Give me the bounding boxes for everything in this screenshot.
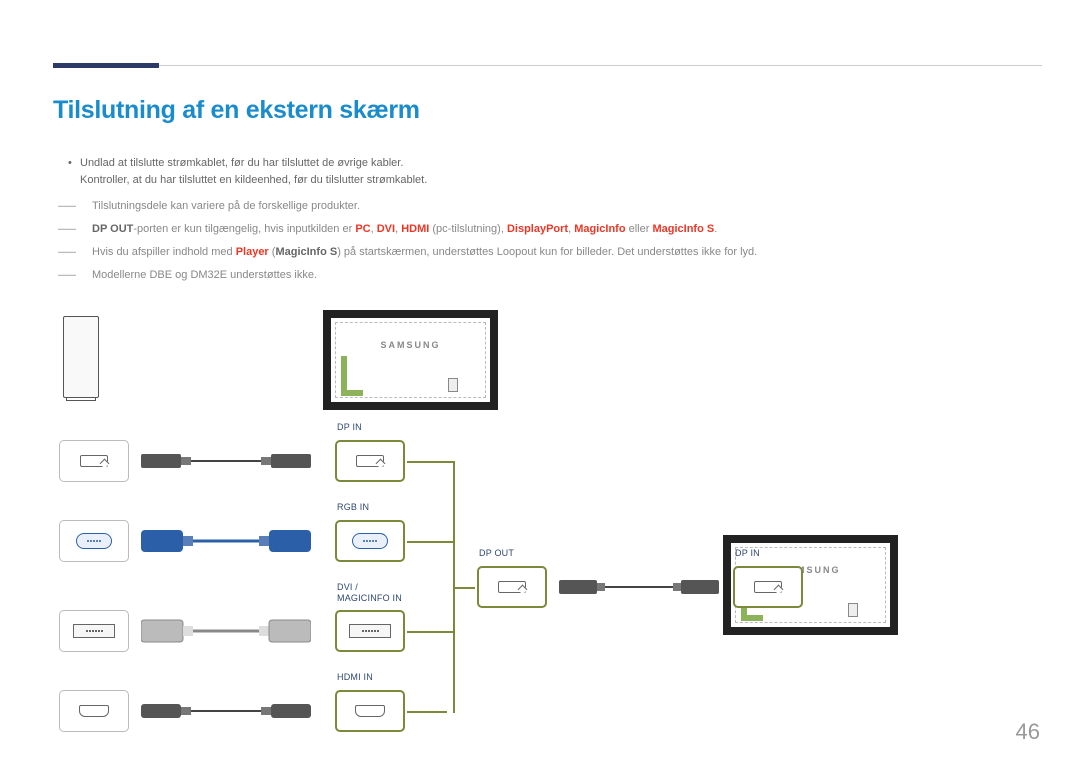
note-row: ― Tilslutningsdele kan variere på de for… xyxy=(58,196,1018,217)
dvi-label-1: DVI / xyxy=(337,582,358,592)
hdmi-cable-icon xyxy=(141,696,311,729)
note-prefix-icon: ― xyxy=(58,196,82,217)
source-hdmi-port xyxy=(59,690,129,732)
dp-out-label: DP OUT xyxy=(479,548,514,558)
note-prefix-icon: ― xyxy=(58,242,82,263)
bus-line xyxy=(453,587,475,589)
note-prefix-icon: ― xyxy=(58,219,82,240)
pc-tower-icon xyxy=(63,316,99,398)
note-row: ― Modellerne DBE og DM32E understøttes i… xyxy=(58,265,1018,286)
note-text: Tilslutningsdele kan variere på de forsk… xyxy=(92,196,1018,217)
note-row: ― DP OUT-porten er kun tilgængelig, hvis… xyxy=(58,219,1018,240)
bullet-line: Kontroller, at du har tilsluttet en kild… xyxy=(80,172,968,189)
monitor-brand: SAMSUNG xyxy=(380,340,440,350)
note-text: Hvis du afspiller indhold med Player (Ma… xyxy=(92,242,1018,263)
bus-line xyxy=(407,541,455,543)
monitor-rgb-in-port xyxy=(335,520,405,562)
dp-daisy-cable-icon xyxy=(559,572,719,605)
vga-cable-icon xyxy=(141,524,311,561)
bus-line xyxy=(407,711,447,713)
source-vga-port xyxy=(59,520,129,562)
monitor-hdmi-in-port xyxy=(335,690,405,732)
connection-diagram: SAMSUNG SAMSUNG DP IN RGB IN DVI / MAGIC… xyxy=(53,310,993,730)
note-text: Modellerne DBE og DM32E understøttes ikk… xyxy=(92,265,1018,286)
dvi-cable-icon xyxy=(141,614,311,651)
source-dp-port xyxy=(59,440,129,482)
header-rule xyxy=(53,65,1042,66)
monitor-dp-in-port xyxy=(335,440,405,482)
dp-in-label: DP IN xyxy=(337,422,362,432)
page-number: 46 xyxy=(1016,719,1040,745)
page-title: Tilslutning af en ekstern skærm xyxy=(53,96,420,125)
monitor-dvi-in-port xyxy=(335,610,405,652)
note-prefix-icon: ― xyxy=(58,265,82,286)
note-text: DP OUT-porten er kun tilgængelig, hvis i… xyxy=(92,219,1018,240)
monitor-center-icon: SAMSUNG xyxy=(323,310,498,410)
bullet-line: Undlad at tilslutte strømkablet, før du … xyxy=(80,155,968,172)
bus-line xyxy=(407,461,455,463)
note-row: ― Hvis du afspiller indhold med Player (… xyxy=(58,242,1018,263)
dvi-label-2: MAGICINFO IN xyxy=(337,593,402,603)
second-monitor-dp-in-port xyxy=(733,566,803,608)
monitor-dp-out-port xyxy=(477,566,547,608)
hdmi-in-label: HDMI IN xyxy=(337,672,373,682)
header-accent xyxy=(53,63,159,68)
rgb-in-label: RGB IN xyxy=(337,502,369,512)
dp-in-right-label: DP IN xyxy=(735,548,760,558)
source-dvi-port xyxy=(59,610,129,652)
bus-line xyxy=(407,631,455,633)
warning-bullets: Undlad at tilslutte strømkablet, før du … xyxy=(68,155,968,189)
dp-cable-icon xyxy=(141,446,311,479)
notes-block: ― Tilslutningsdele kan variere på de for… xyxy=(58,196,1018,288)
